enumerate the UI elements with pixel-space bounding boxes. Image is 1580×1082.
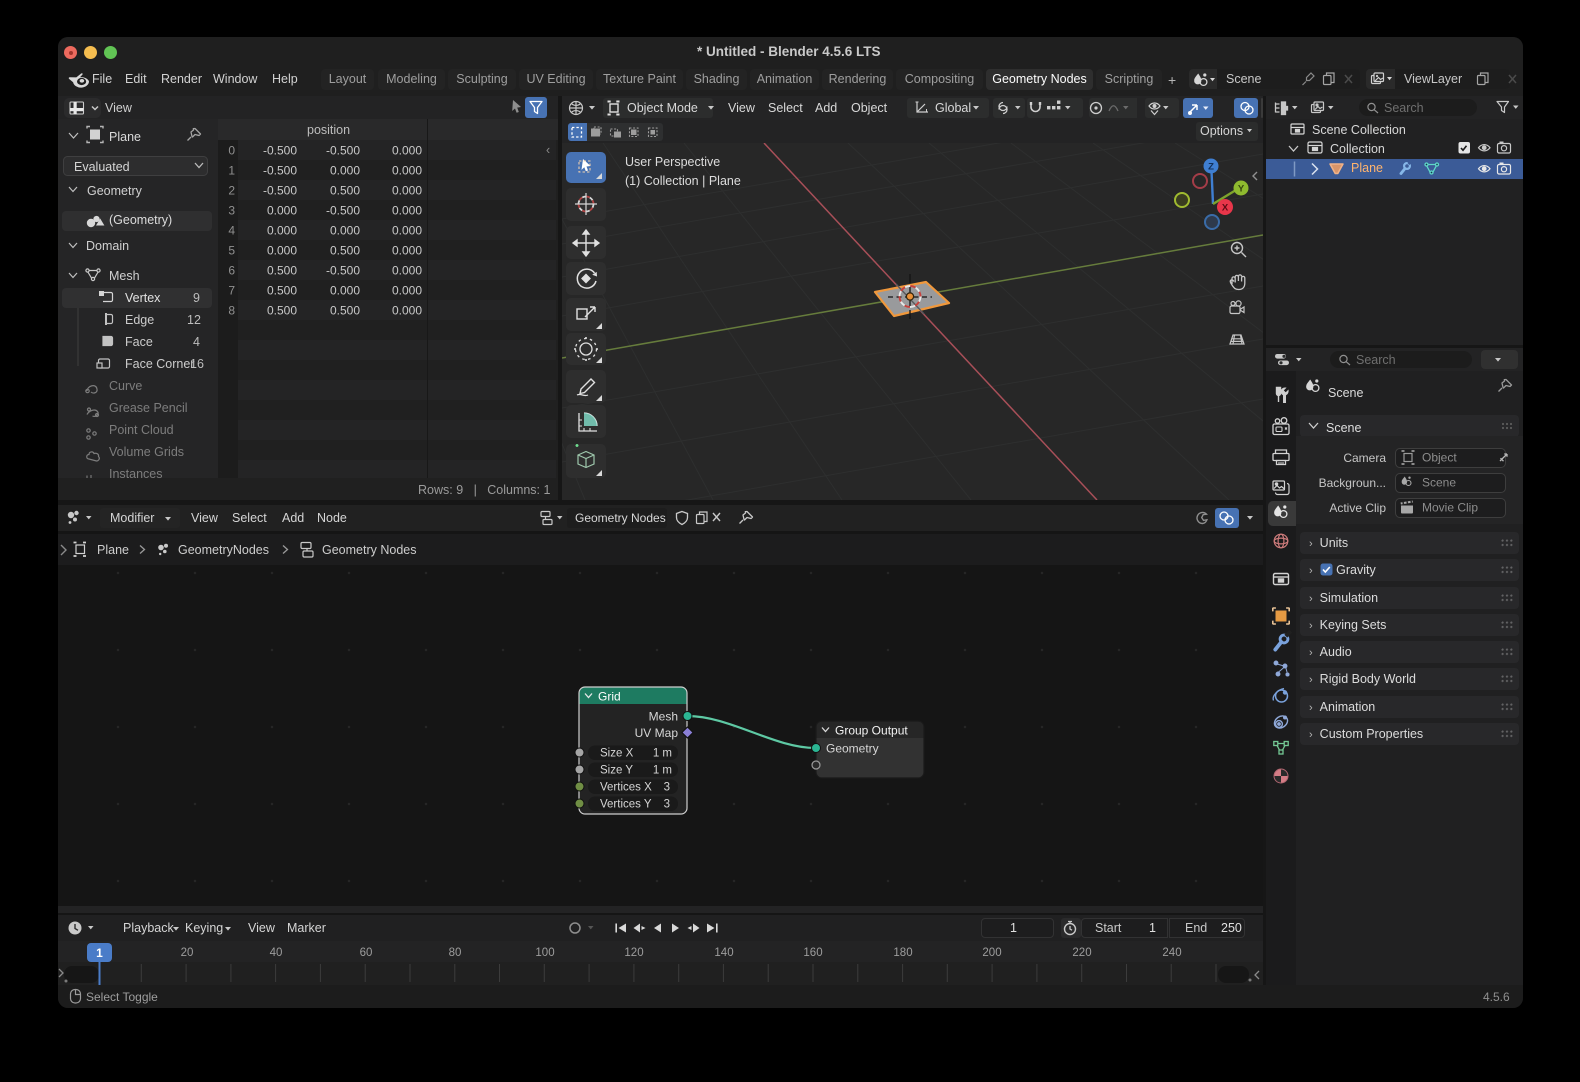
svg-text:-0.500: -0.500 <box>263 164 297 178</box>
svg-text:Vertices X: Vertices X <box>600 782 652 794</box>
svg-text:Z: Z <box>1208 162 1214 173</box>
svg-text:-0.500: -0.500 <box>326 264 360 278</box>
svg-text:8: 8 <box>228 304 235 318</box>
svg-text:-0.500: -0.500 <box>326 144 360 158</box>
svg-text:3: 3 <box>664 799 670 811</box>
svg-text:Mesh: Mesh <box>649 710 678 724</box>
svg-text:0.500: 0.500 <box>267 284 297 298</box>
svg-text:0.000: 0.000 <box>392 284 422 298</box>
svg-text:120: 120 <box>624 947 643 959</box>
svg-text:0.000: 0.000 <box>330 164 360 178</box>
svg-text:Movie Clip: Movie Clip <box>1422 501 1478 515</box>
svg-text:0.000: 0.000 <box>267 244 297 258</box>
svg-text:Object: Object <box>1422 451 1457 465</box>
svg-text:0.000: 0.000 <box>392 244 422 258</box>
svg-text:0.500: 0.500 <box>330 304 360 318</box>
svg-text:0.000: 0.000 <box>392 304 422 318</box>
svg-text:-0.500: -0.500 <box>263 184 297 198</box>
svg-text:240: 240 <box>1162 947 1181 959</box>
svg-text:0.500: 0.500 <box>267 264 297 278</box>
svg-text:0.000: 0.000 <box>392 224 422 238</box>
svg-text:0.000: 0.000 <box>392 144 422 158</box>
svg-text:140: 140 <box>714 947 733 959</box>
svg-text:1: 1 <box>96 946 103 960</box>
svg-text:Grid: Grid <box>598 690 621 704</box>
svg-text:Y: Y <box>1238 184 1245 195</box>
svg-text:0.000: 0.000 <box>267 224 297 238</box>
svg-text:(1) Collection | Plane: (1) Collection | Plane <box>625 174 741 188</box>
svg-text:Group Output: Group Output <box>835 724 908 738</box>
svg-text:3: 3 <box>664 782 670 794</box>
svg-text:40: 40 <box>270 947 283 959</box>
svg-text:7: 7 <box>228 284 235 298</box>
svg-text:Size Y: Size Y <box>600 765 633 777</box>
svg-text:160: 160 <box>803 947 822 959</box>
svg-text:Geometry: Geometry <box>826 742 879 756</box>
svg-text:0.000: 0.000 <box>330 224 360 238</box>
svg-text:0.000: 0.000 <box>330 284 360 298</box>
svg-text:1 m: 1 m <box>653 765 672 777</box>
svg-text:Vertices Y: Vertices Y <box>600 799 652 811</box>
svg-text:220: 220 <box>1072 947 1091 959</box>
svg-text:0.500: 0.500 <box>330 244 360 258</box>
svg-text:0.000: 0.000 <box>392 264 422 278</box>
svg-text:4: 4 <box>228 224 235 238</box>
svg-text:-0.500: -0.500 <box>263 144 297 158</box>
svg-text:-0.500: -0.500 <box>326 204 360 218</box>
svg-text:X: X <box>1222 203 1229 214</box>
svg-text:UV Map: UV Map <box>635 726 679 740</box>
svg-text:1: 1 <box>228 164 235 178</box>
svg-text:6: 6 <box>228 264 235 278</box>
svg-text:Scene: Scene <box>1422 476 1456 490</box>
svg-text:User Perspective: User Perspective <box>625 155 720 169</box>
svg-text:180: 180 <box>893 947 912 959</box>
svg-text:0.500: 0.500 <box>267 304 297 318</box>
svg-text:2: 2 <box>228 184 235 198</box>
svg-text:3: 3 <box>228 204 235 218</box>
svg-text:0: 0 <box>228 144 235 158</box>
svg-text:100: 100 <box>535 947 554 959</box>
svg-text:0.000: 0.000 <box>267 204 297 218</box>
svg-text:0.000: 0.000 <box>392 204 422 218</box>
svg-text:200: 200 <box>982 947 1001 959</box>
svg-text:1 m: 1 m <box>653 748 672 760</box>
svg-text:20: 20 <box>181 947 194 959</box>
svg-text:Size X: Size X <box>600 748 634 760</box>
svg-text:0.000: 0.000 <box>392 164 422 178</box>
svg-text:80: 80 <box>449 947 462 959</box>
svg-text:5: 5 <box>228 244 235 258</box>
svg-text:0.500: 0.500 <box>330 184 360 198</box>
svg-text:0.000: 0.000 <box>392 184 422 198</box>
svg-text:60: 60 <box>360 947 373 959</box>
